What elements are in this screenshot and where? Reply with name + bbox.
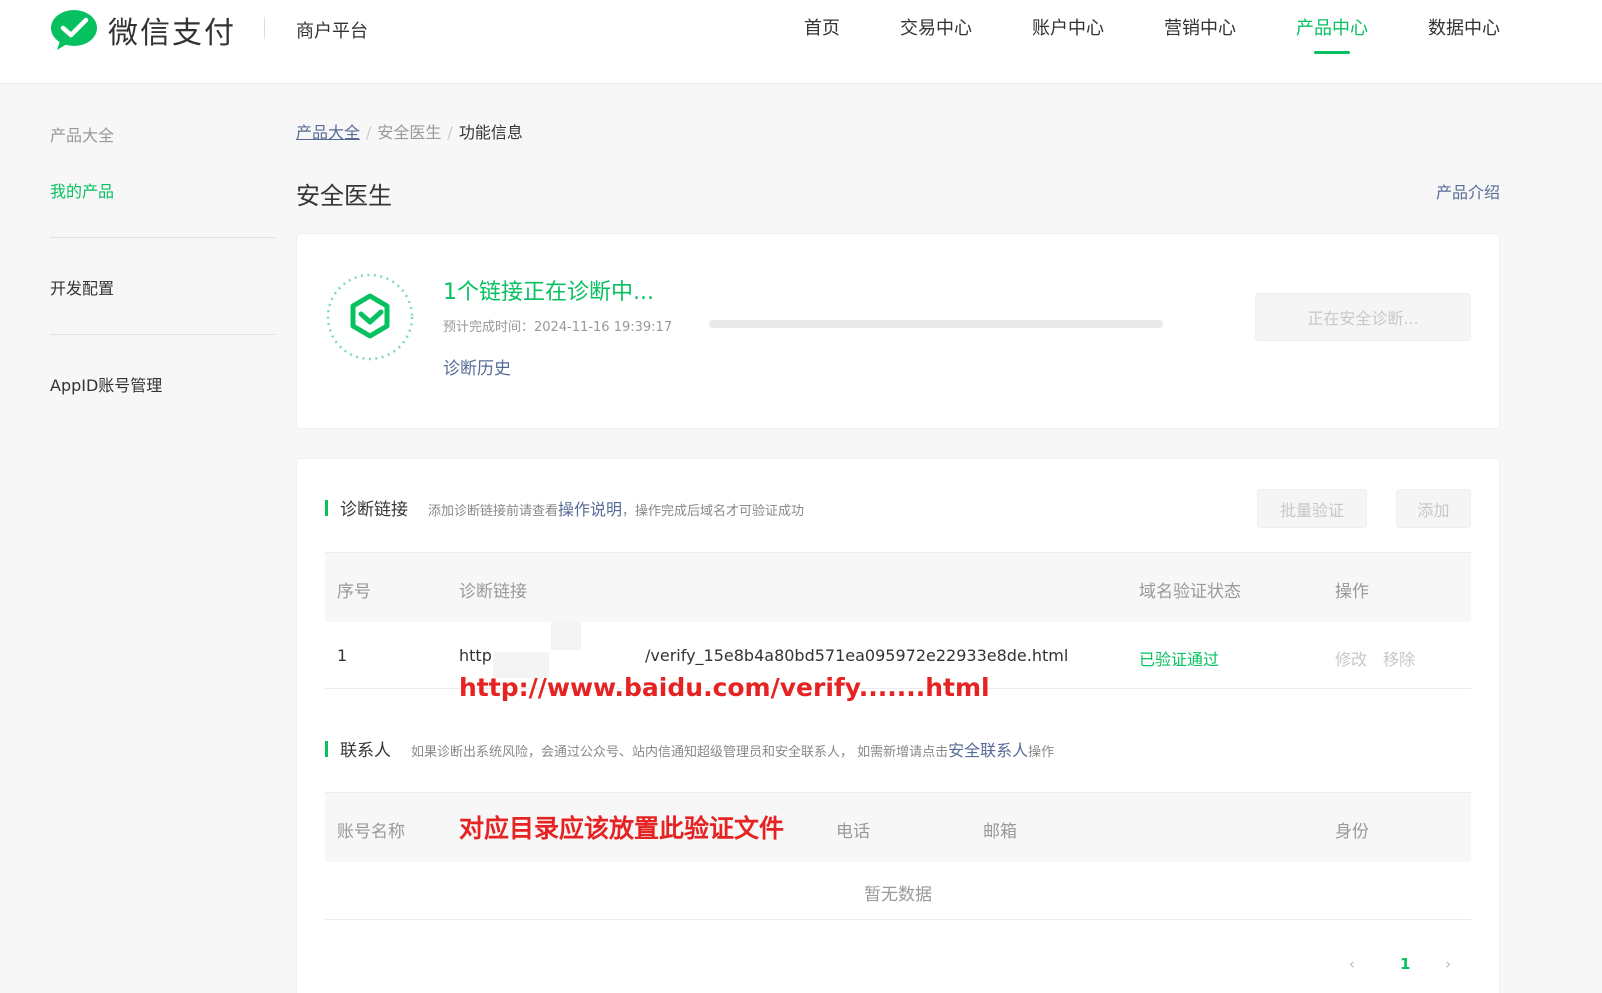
diagnosis-status-card: 1个链接正在诊断中... 预计完成时间：2024-11-16 19:39:17 … [296,233,1500,429]
breadcrumb-separator: / [366,123,372,142]
nav-account-center[interactable]: 账户中心 [1032,14,1104,40]
column-header-role: 身份 [1335,822,1369,842]
diagnosing-button[interactable]: 正在安全诊断... [1255,293,1471,341]
nav-home[interactable]: 首页 [804,14,840,40]
pagination-page-1[interactable]: 1 [1400,955,1410,973]
logo-divider [264,17,265,39]
sidebar-divider [50,237,276,238]
add-link-button[interactable]: 添加 [1396,489,1471,528]
product-intro-link[interactable]: 产品介绍 [1436,179,1500,203]
column-header-phone: 电话 [836,822,870,842]
pagination-next-icon[interactable]: › [1445,955,1451,973]
column-header-index: 序号 [337,582,371,602]
sidebar-item-appid-management[interactable]: AppID账号管理 [50,372,162,396]
diagnosis-progress-bar [709,320,1163,328]
column-header-operation: 操作 [1335,582,1369,602]
row-index: 1 [337,646,348,665]
brand-name: 微信支付 [108,16,236,51]
wechat-pay-logo-icon [51,10,97,50]
table-header: 序号 诊断链接 域名验证状态 操作 [325,552,1471,622]
links-section-title: 诊断链接 [340,500,408,520]
column-header-link: 诊断链接 [459,582,527,602]
breadcrumb-current: 功能信息 [458,123,523,142]
nav-trade-center[interactable]: 交易中心 [900,14,972,40]
batch-verify-button[interactable]: 批量验证 [1257,489,1367,528]
breadcrumb-product-list[interactable]: 产品大全 [296,123,360,142]
remove-link-button[interactable]: 移除 [1383,646,1415,670]
sidebar-item-dev-config[interactable]: 开发配置 [50,275,114,299]
tip-text: 操作 [1028,745,1055,760]
column-header-domain-status: 域名验证状态 [1139,582,1241,602]
contacts-section-title: 联系人 [340,741,391,761]
diagnosis-history-link[interactable]: 诊断历史 [443,354,511,379]
time-label: 预计完成时间： [443,320,535,335]
column-header-account-name: 账号名称 [337,822,405,842]
domain-status-verified: 已验证通过 [1139,650,1220,669]
estimated-completion-time: 预计完成时间：2024-11-16 19:39:17 [443,316,672,335]
main-nav: 首页 交易中心 账户中心 营销中心 产品中心 数据中心 [744,14,1500,54]
security-shield-icon [325,272,415,362]
page-title: 安全医生 [296,182,392,210]
nav-product-center[interactable]: 产品中心 [1296,14,1368,54]
top-header: 微信支付 商户平台 首页 交易中心 账户中心 营销中心 产品中心 数据中心 [0,0,1602,84]
nav-marketing-center[interactable]: 营销中心 [1164,14,1236,40]
column-header-email: 邮箱 [983,822,1017,842]
operation-guide-link[interactable]: 操作说明 [558,500,622,519]
contacts-section-tip: 如果诊断出系统风险，会通过公众号、站内信通知超级管理员和安全联系人， 如需新增请… [411,737,1054,761]
pagination-prev-icon[interactable]: ‹ [1349,955,1355,973]
links-section-tip: 添加诊断链接前请查看操作说明，操作完成后域名才可验证成功 [428,496,804,520]
empty-row: 暂无数据 [325,862,1471,920]
tip-text: 如果诊断出系统风险，会通过公众号、站内信通知超级管理员和安全联系人， 如需新增请… [411,745,949,760]
platform-name: 商户平台 [296,21,368,42]
wechat-pay-logo[interactable]: 微信支付 [50,8,236,52]
link-prefix: http: [459,646,498,665]
section-accent-bar [325,499,328,516]
edit-link-button[interactable]: 修改 [1335,646,1367,670]
sidebar-item-my-products[interactable]: 我的产品 [50,178,114,202]
nav-data-center[interactable]: 数据中心 [1428,14,1500,40]
url-annotation: http://www.baidu.com/verify.......html [459,673,990,702]
contacts-section-header: 联系人 如果诊断出系统风险，会通过公众号、站内信通知超级管理员和安全联系人， 如… [325,736,1054,761]
redaction-mask [551,622,581,650]
empty-data-text: 暂无数据 [864,885,932,905]
diagnosis-title: 1个链接正在诊断中... [443,280,654,305]
sidebar-divider [50,334,276,335]
breadcrumb-separator: / [447,123,453,142]
links-section-header: 诊断链接 添加诊断链接前请查看操作说明，操作完成后域名才可验证成功 [325,495,804,520]
tip-text: 添加诊断链接前请查看 [428,504,559,519]
security-contact-link[interactable]: 安全联系人 [948,741,1028,760]
breadcrumb-security-doctor[interactable]: 安全医生 [377,123,441,142]
breadcrumb: 产品大全 / 安全医生 / 功能信息 [296,119,523,143]
time-value: 2024-11-16 19:39:17 [534,320,673,335]
tip-text: ，操作完成后域名才可验证成功 [622,504,805,519]
link-suffix: /verify_15e8b4a80bd571ea095972e22933e8de… [645,646,1069,665]
section-accent-bar [325,740,328,757]
directory-annotation: 对应目录应该放置此验证文件 [459,814,785,843]
sidebar-title: 产品大全 [50,126,115,145]
links-contacts-card: 诊断链接 添加诊断链接前请查看操作说明，操作完成后域名才可验证成功 批量验证 添… [296,458,1500,993]
